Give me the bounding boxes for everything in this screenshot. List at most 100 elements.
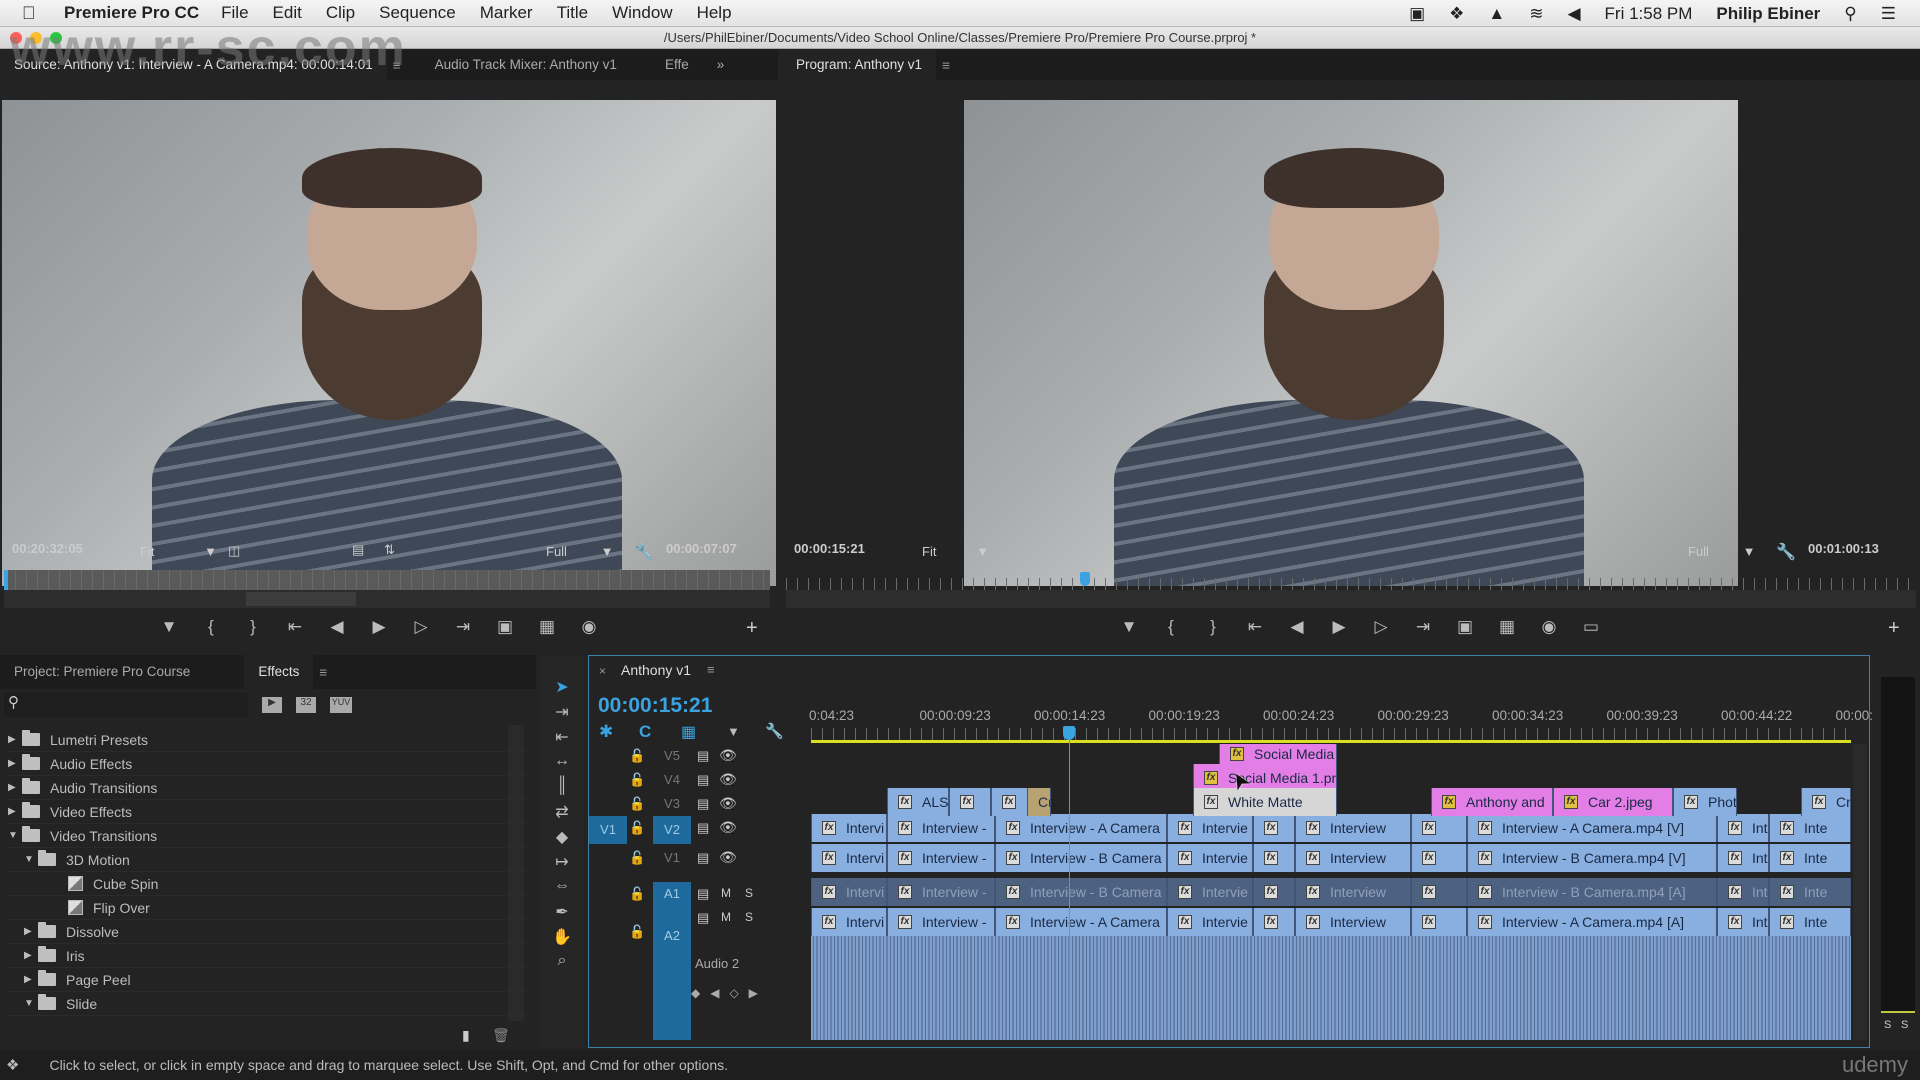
ripple-edit-tool-icon[interactable]: ↔ bbox=[540, 752, 584, 777]
program-zoom-scrollbar[interactable] bbox=[786, 590, 1916, 608]
go-to-out-icon[interactable]: ⇥ bbox=[1402, 617, 1444, 637]
sync-lock-icon[interactable]: ▤ bbox=[697, 796, 709, 812]
sync-lock-icon[interactable]: ▤ bbox=[697, 748, 709, 764]
disclosure-collapsed-icon[interactable]: ▶ bbox=[24, 950, 38, 961]
step-forward-icon[interactable]: ▷ bbox=[1360, 617, 1402, 637]
timeline-vertical-scrollbar[interactable] bbox=[1853, 744, 1867, 1040]
export-frame-icon[interactable]: ◉ bbox=[1528, 617, 1570, 637]
timeline-clip[interactable]: fx Interview - bbox=[887, 814, 995, 842]
tab-sequence[interactable]: Anthony v1 bbox=[621, 662, 691, 678]
work-area-bar[interactable] bbox=[811, 740, 1851, 743]
effects-tree-item[interactable]: ▶ Page Peel bbox=[8, 968, 528, 992]
tab-overflow-button[interactable]: » bbox=[703, 50, 739, 80]
source-zoom-scrollbar[interactable] bbox=[4, 590, 770, 608]
track-target-v5[interactable]: V5 bbox=[653, 744, 691, 768]
panel-menu-icon[interactable]: ≡ bbox=[707, 662, 715, 677]
go-to-out-icon[interactable]: ⇥ bbox=[442, 617, 484, 637]
timeline-clip[interactable]: fx Inte bbox=[1769, 814, 1851, 842]
track-select-backward-tool-icon[interactable]: ⇤ bbox=[540, 727, 584, 752]
timeline-clip[interactable]: fx Interview bbox=[1295, 814, 1411, 842]
lock-toggle-icon[interactable]: 🔓 bbox=[629, 820, 645, 836]
tab-audio-track-mixer[interactable]: Audio Track Mixer: Anthony v1 bbox=[421, 50, 631, 80]
disclosure-collapsed-icon[interactable]: ▶ bbox=[24, 926, 38, 937]
clock[interactable]: Fri 1:58 PM bbox=[1605, 4, 1693, 24]
timeline-clip[interactable]: fx Interview - A Camera.mp4 [A] bbox=[1467, 908, 1717, 936]
lock-toggle-icon[interactable]: 🔓 bbox=[629, 796, 645, 812]
track-name[interactable]: Audio 2 bbox=[695, 956, 739, 971]
lock-toggle-icon[interactable]: 🔓 bbox=[629, 772, 645, 788]
disclosure-expanded-icon[interactable]: ▼ bbox=[8, 830, 22, 841]
timeline-clip[interactable]: fx Anthony and bbox=[1431, 788, 1553, 816]
toggle-output-eye-icon[interactable]: 👁 bbox=[719, 849, 737, 866]
track-target-v4[interactable]: V4 bbox=[653, 768, 691, 792]
source-patch-v1[interactable]: V1 bbox=[589, 816, 627, 844]
timeline-clip[interactable]: fx bbox=[1411, 844, 1467, 872]
add-marker-icon[interactable]: ▼ bbox=[148, 617, 190, 637]
sync-lock-icon[interactable]: ▤ bbox=[697, 886, 709, 902]
timeline-clip[interactable]: fx Intervie bbox=[1167, 844, 1253, 872]
lock-toggle-icon[interactable]: 🔓 bbox=[629, 748, 645, 764]
effects-tree-item[interactable]: ▼ Video Transitions bbox=[8, 824, 528, 848]
timeline-clip[interactable]: fx Intervie bbox=[1167, 908, 1253, 936]
add-button-icon[interactable]: + bbox=[746, 617, 758, 640]
tab-program[interactable]: Program: Anthony v1 bbox=[782, 50, 937, 80]
hand-tool-icon[interactable]: ✋ bbox=[540, 927, 584, 952]
source-zoom-handle[interactable] bbox=[246, 592, 356, 606]
program-time-ruler[interactable] bbox=[786, 578, 1916, 590]
settings-wrench-icon[interactable]: 🔧 bbox=[634, 542, 654, 562]
timeline-clip[interactable]: fx bbox=[1253, 908, 1295, 936]
track-target-v2[interactable]: V2 bbox=[653, 816, 691, 844]
new-bin-icon[interactable]: ▮ bbox=[462, 1027, 470, 1044]
delete-icon[interactable]: 🗑 bbox=[492, 1027, 510, 1044]
slip-tool-icon[interactable]: ↦ bbox=[540, 852, 584, 877]
play-icon[interactable]: ▶ bbox=[1318, 617, 1360, 637]
timeline-clip[interactable]: fx Intervi bbox=[811, 908, 887, 936]
track-select-forward-tool-icon[interactable]: ⇥ bbox=[540, 702, 584, 727]
timeline-clip[interactable]: fx Inte bbox=[1769, 908, 1851, 936]
timeline-clip[interactable]: fx Interview - bbox=[887, 908, 995, 936]
add-button-icon[interactable]: + bbox=[1888, 617, 1900, 640]
snap-icon[interactable]: C bbox=[639, 722, 651, 742]
linked-selection-icon[interactable]: ▦ bbox=[681, 722, 696, 742]
timeline-clip[interactable]: fx bbox=[1253, 814, 1295, 842]
timeline-clip[interactable]: fx Inte bbox=[1717, 814, 1769, 842]
solo-track-button[interactable]: S bbox=[745, 910, 753, 924]
step-back-icon[interactable]: ◀ bbox=[316, 617, 358, 637]
slide-tool-icon[interactable]: ⇔ bbox=[540, 877, 584, 902]
nest-toggle-icon[interactable]: ✱ bbox=[599, 722, 613, 742]
close-sequence-icon[interactable]: × bbox=[599, 664, 606, 678]
export-frame-icon[interactable]: ◉ bbox=[568, 617, 610, 637]
settings-wrench-icon[interactable]: 🔧 bbox=[1776, 542, 1796, 562]
timeline-clip[interactable]: fx Cru bbox=[1801, 788, 1851, 816]
timeline-clip[interactable]: fx bbox=[1411, 878, 1467, 906]
mute-track-button[interactable]: M bbox=[721, 910, 731, 924]
sync-lock-icon[interactable]: ▤ bbox=[697, 850, 709, 866]
go-to-in-icon[interactable]: ⇤ bbox=[274, 617, 316, 637]
timeline-clip[interactable]: fx Intervi bbox=[811, 878, 887, 906]
effects-tree-item[interactable]: ▶ Audio Effects bbox=[8, 752, 528, 776]
toggle-output-eye-icon[interactable]: 👁 bbox=[719, 771, 737, 788]
creative-cloud-icon[interactable]: ❖ bbox=[6, 1056, 19, 1074]
spotlight-search-icon[interactable]: ⚲ bbox=[1844, 4, 1856, 24]
user-name[interactable]: Philip Ebiner bbox=[1716, 4, 1820, 24]
mark-in-icon[interactable]: { bbox=[190, 617, 232, 637]
step-forward-icon[interactable]: ▷ bbox=[400, 617, 442, 637]
timeline-clip[interactable]: fx bbox=[1411, 908, 1467, 936]
volume-icon[interactable]: ◀ bbox=[1567, 4, 1580, 24]
sync-lock-icon[interactable]: ▤ bbox=[697, 910, 709, 926]
effects-tree-item[interactable]: Flip Over bbox=[8, 896, 528, 920]
timeline-clip[interactable]: fx Interview - B Camera.mp4 [V] bbox=[1467, 844, 1717, 872]
tab-effect-controls[interactable]: Effe bbox=[651, 50, 703, 80]
timeline-clip[interactable]: fx bbox=[1253, 844, 1295, 872]
effects-tree-item[interactable]: ▼ Slide bbox=[8, 992, 528, 1016]
selection-tool-icon[interactable]: ➤ bbox=[540, 677, 584, 702]
keyframe-navigation-icons[interactable]: ◆◀◇▶ bbox=[691, 986, 768, 1000]
timeline-ruler[interactable]: 0:04:23 00:00:09:23 00:00:14:23 00:00:19:23… bbox=[809, 708, 1873, 726]
disclosure-expanded-icon[interactable]: ▼ bbox=[24, 854, 38, 865]
effects-tree-item[interactable]: ▶ Iris bbox=[8, 944, 528, 968]
source-video-frame[interactable] bbox=[2, 100, 776, 586]
panel-menu-icon[interactable]: ≡ bbox=[319, 665, 327, 680]
lock-toggle-icon[interactable]: 🔓 bbox=[629, 886, 645, 902]
menu-help[interactable]: Help bbox=[697, 3, 732, 23]
lock-toggle-icon[interactable]: 🔓 bbox=[629, 924, 645, 940]
